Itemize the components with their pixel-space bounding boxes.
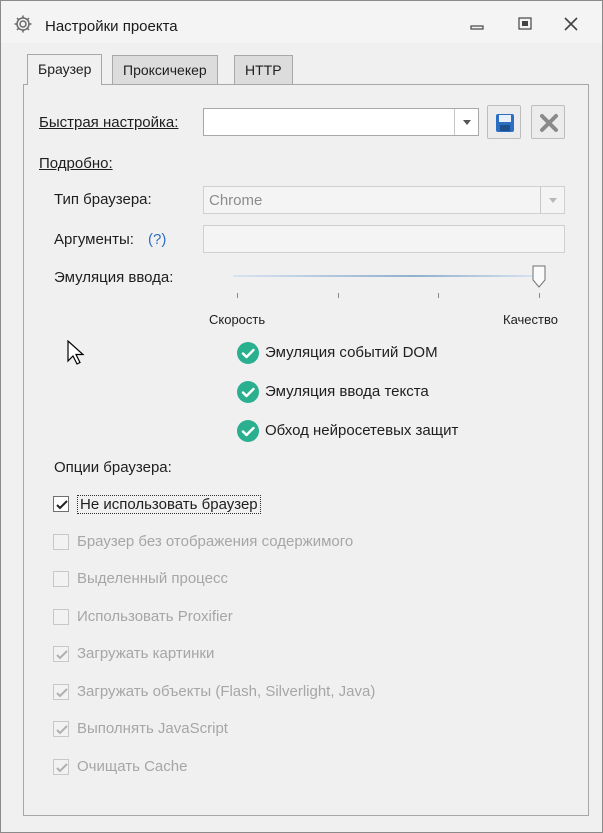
checkbox[interactable]	[53, 571, 69, 587]
window-title: Настройки проекта	[45, 18, 178, 35]
gear-icon	[13, 14, 33, 34]
mouse-pointer-icon	[67, 339, 85, 369]
minimize-button[interactable]	[465, 13, 489, 35]
checkbox[interactable]	[53, 496, 69, 512]
floppy-disk-icon	[495, 113, 515, 136]
checkbox[interactable]	[53, 721, 69, 737]
details-label: Подробно:	[39, 155, 113, 172]
arguments-help-link[interactable]: (?)	[148, 231, 166, 248]
chevron-down-icon[interactable]	[540, 187, 564, 213]
green-check-circle-icon	[237, 381, 259, 406]
maximize-button[interactable]	[513, 13, 537, 35]
tab-http[interactable]: HTTP	[234, 55, 293, 85]
slider-tick	[237, 293, 238, 298]
input-emulation-slider-thumb[interactable]	[531, 265, 547, 292]
checkbox[interactable]	[53, 646, 69, 662]
title-bar: Настройки проекта	[1, 1, 602, 43]
slider-tick	[338, 293, 339, 298]
browser-type-label: Тип браузера:	[54, 191, 152, 208]
delete-preset-button[interactable]	[531, 105, 565, 139]
x-icon	[539, 113, 559, 136]
green-check-circle-icon	[237, 342, 259, 367]
tab-browser[interactable]: Браузер	[27, 54, 103, 85]
slider-min-label: Скорость	[209, 312, 266, 327]
tab-proxychecker[interactable]: Проксичекер	[112, 55, 218, 85]
arguments-input[interactable]	[203, 225, 565, 253]
slider-tick	[438, 293, 439, 298]
browser-type-combo[interactable]: Chrome	[203, 186, 565, 214]
close-window-button[interactable]	[559, 13, 583, 35]
chevron-down-icon[interactable]	[454, 109, 478, 135]
project-settings-window: Настройки проекта Браузер Проксичекер HT…	[0, 0, 603, 833]
quick-setup-label: Быстрая настройка:	[39, 114, 179, 131]
checkbox[interactable]	[53, 609, 69, 625]
save-preset-button[interactable]	[487, 105, 521, 139]
input-emulation-slider-track[interactable]	[233, 275, 537, 277]
browser-options-label: Опции браузера:	[54, 459, 172, 476]
quick-setup-combo[interactable]	[203, 108, 479, 136]
input-emulation-label: Эмуляция ввода:	[54, 269, 174, 286]
slider-max-label: Качество	[503, 312, 558, 327]
checkbox[interactable]	[53, 759, 69, 775]
checkbox[interactable]	[53, 534, 69, 550]
green-check-circle-icon	[237, 420, 259, 445]
browser-type-value: Chrome	[209, 192, 263, 209]
checkbox[interactable]	[53, 684, 69, 700]
arguments-label: Аргументы:	[54, 231, 134, 248]
slider-tick	[539, 293, 540, 298]
